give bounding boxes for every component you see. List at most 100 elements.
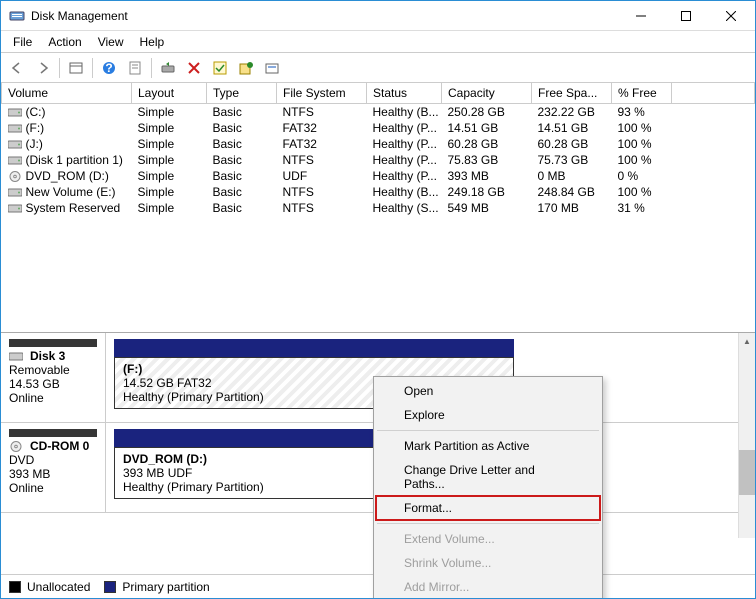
back-button[interactable] [5, 56, 29, 80]
menu-help[interactable]: Help [132, 32, 173, 52]
drive-icon [8, 139, 22, 150]
cell-capacity: 549 MB [442, 200, 532, 216]
legend-primary-label: Primary partition [122, 580, 209, 594]
table-row[interactable]: System ReservedSimpleBasicNTFSHealthy (S… [2, 200, 755, 216]
delete-icon[interactable] [182, 56, 206, 80]
col-layout[interactable]: Layout [132, 83, 207, 104]
table-row[interactable]: (J:)SimpleBasicFAT32Healthy (P...60.28 G… [2, 136, 755, 152]
cell-freespace: 232.22 GB [532, 104, 612, 121]
svg-text:?: ? [105, 61, 112, 75]
cell-volume: (Disk 1 partition 1) [2, 152, 132, 168]
cell-status: Healthy (P... [367, 152, 442, 168]
maximize-button[interactable] [663, 1, 708, 30]
ctx-format[interactable]: Format... [376, 496, 600, 520]
app-icon [9, 8, 25, 24]
partition-health: Healthy (Primary Partition) [123, 480, 264, 494]
col-status[interactable]: Status [367, 83, 442, 104]
partition-info: 393 MB UDF [123, 466, 192, 480]
cell-freespace: 60.28 GB [532, 136, 612, 152]
cell-status: Healthy (P... [367, 168, 442, 184]
cell-freespace: 75.73 GB [532, 152, 612, 168]
settings-icon[interactable] [260, 56, 284, 80]
legend-unallocated-swatch [9, 581, 21, 593]
cell-capacity: 60.28 GB [442, 136, 532, 152]
cell-capacity: 250.28 GB [442, 104, 532, 121]
menu-action[interactable]: Action [40, 32, 89, 52]
col-spacer [672, 83, 755, 104]
disk-info: CD-ROM 0 DVD 393 MB Online [1, 423, 106, 512]
menu-file[interactable]: File [5, 32, 40, 52]
volume-table[interactable]: Volume Layout Type File System Status Ca… [1, 83, 755, 216]
action-icon[interactable] [234, 56, 258, 80]
toolbar-separator [151, 58, 152, 78]
cell-capacity: 249.18 GB [442, 184, 532, 200]
drive-icon [8, 203, 22, 214]
cell-filesystem: NTFS [277, 152, 367, 168]
cell-type: Basic [207, 104, 277, 121]
col-freespace[interactable]: Free Spa... [532, 83, 612, 104]
properties-icon[interactable] [123, 56, 147, 80]
col-volume[interactable]: Volume [2, 83, 132, 104]
table-row[interactable]: New Volume (E:)SimpleBasicNTFSHealthy (B… [2, 184, 755, 200]
cell-pctfree: 31 % [612, 200, 672, 216]
disk-management-window: Disk Management File Action View Help ? [0, 0, 756, 599]
ctx-explore[interactable]: Explore [376, 403, 600, 427]
drive-icon [8, 107, 22, 118]
help-icon[interactable]: ? [97, 56, 121, 80]
col-type[interactable]: Type [207, 83, 277, 104]
check-icon[interactable] [208, 56, 232, 80]
window-title: Disk Management [31, 9, 618, 23]
vertical-scrollbar[interactable]: ▲ [738, 333, 755, 538]
ctx-shrink-volume[interactable]: Shrink Volume... [376, 551, 600, 575]
cell-layout: Simple [132, 200, 207, 216]
refresh-icon[interactable] [156, 56, 180, 80]
drive-icon [8, 155, 22, 166]
cell-volume: (C:) [2, 104, 132, 121]
minimize-button[interactable] [618, 1, 663, 30]
cell-capacity: 393 MB [442, 168, 532, 184]
ctx-add-mirror[interactable]: Add Mirror... [376, 575, 600, 599]
cell-type: Basic [207, 184, 277, 200]
partition-label: DVD_ROM (D:) [123, 452, 207, 466]
ctx-separator [377, 430, 599, 431]
legend-primary-swatch [104, 581, 116, 593]
partition-info: 14.52 GB FAT32 [123, 376, 212, 390]
cell-pctfree: 93 % [612, 104, 672, 121]
ctx-extend-volume[interactable]: Extend Volume... [376, 527, 600, 551]
table-row[interactable]: (F:)SimpleBasicFAT32Healthy (P...14.51 G… [2, 120, 755, 136]
col-filesystem[interactable]: File System [277, 83, 367, 104]
forward-button[interactable] [31, 56, 55, 80]
cell-pctfree: 100 % [612, 120, 672, 136]
cell-layout: Simple [132, 168, 207, 184]
ctx-mark-active[interactable]: Mark Partition as Active [376, 434, 600, 458]
legend-unallocated-label: Unallocated [27, 580, 90, 594]
menubar: File Action View Help [1, 31, 755, 53]
table-row[interactable]: (C:)SimpleBasicNTFSHealthy (B...250.28 G… [2, 104, 755, 121]
menu-view[interactable]: View [90, 32, 132, 52]
disc-icon [9, 441, 23, 452]
scroll-thumb[interactable] [739, 450, 755, 495]
partition-health: Healthy (Primary Partition) [123, 390, 264, 404]
col-pctfree[interactable]: % Free [612, 83, 672, 104]
ctx-open[interactable]: Open [376, 379, 600, 403]
table-row[interactable]: (Disk 1 partition 1)SimpleBasicNTFSHealt… [2, 152, 755, 168]
context-menu: Open Explore Mark Partition as Active Ch… [373, 376, 603, 599]
scroll-up-button[interactable]: ▲ [739, 333, 755, 350]
disk-size: 393 MB [9, 467, 97, 481]
table-row[interactable]: DVD_ROM (D:)SimpleBasicUDFHealthy (P...3… [2, 168, 755, 184]
disk-info: Disk 3 Removable 14.53 GB Online [1, 333, 106, 422]
disk-status: Online [9, 391, 97, 405]
ctx-change-letter[interactable]: Change Drive Letter and Paths... [376, 458, 600, 496]
cell-filesystem: UDF [277, 168, 367, 184]
cell-status: Healthy (S... [367, 200, 442, 216]
window-controls [618, 1, 753, 30]
cell-status: Healthy (P... [367, 120, 442, 136]
titlebar: Disk Management [1, 1, 755, 31]
col-capacity[interactable]: Capacity [442, 83, 532, 104]
toolbar-separator [59, 58, 60, 78]
cell-status: Healthy (B... [367, 184, 442, 200]
show-hide-button[interactable] [64, 56, 88, 80]
cell-filesystem: NTFS [277, 104, 367, 121]
cell-layout: Simple [132, 136, 207, 152]
close-button[interactable] [708, 1, 753, 30]
